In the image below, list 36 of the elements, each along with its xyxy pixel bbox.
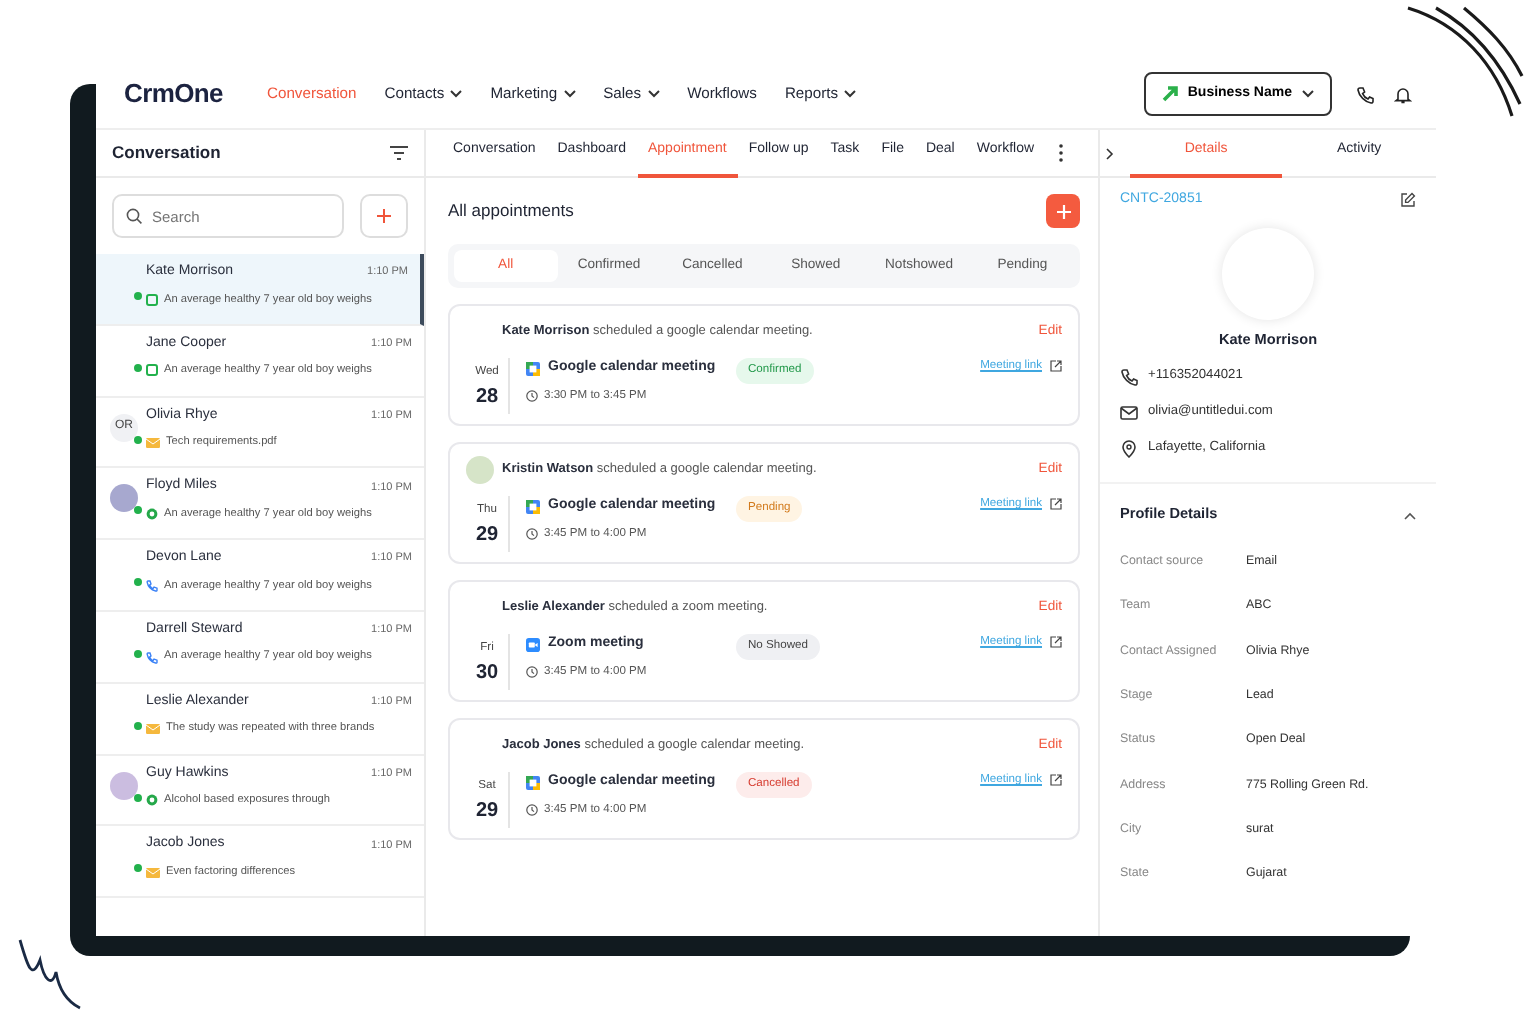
- arrow-logo-icon: [1161, 86, 1178, 102]
- filter-icon[interactable]: [390, 146, 408, 160]
- add-appointment-button[interactable]: [1046, 194, 1080, 228]
- day-number: 29: [473, 521, 501, 550]
- clock-icon: [526, 665, 538, 678]
- day-number: 30: [473, 659, 501, 688]
- external-link-icon[interactable]: [1050, 774, 1062, 787]
- chevron-down-icon: [450, 89, 463, 98]
- chevron-down-icon: [844, 89, 857, 98]
- clock-icon: [526, 389, 538, 402]
- phone-icon[interactable]: [1356, 85, 1374, 103]
- chevron-down-icon: [647, 89, 660, 98]
- chevron-down-icon: [1302, 90, 1314, 98]
- clock-icon: [526, 527, 538, 540]
- external-link-icon[interactable]: [1050, 636, 1062, 649]
- logo: CrmOne: [124, 76, 223, 113]
- day-number: 28: [473, 383, 501, 412]
- panel-title: Conversation: [112, 140, 221, 166]
- chevron-up-icon[interactable]: [1404, 511, 1416, 520]
- search-icon: [126, 208, 142, 224]
- envelope-icon: [1120, 403, 1138, 422]
- chevron-right-icon[interactable]: [1106, 147, 1114, 159]
- external-link-icon[interactable]: [1050, 360, 1062, 373]
- add-conversation-button[interactable]: [360, 194, 408, 238]
- bell-icon[interactable]: [1394, 85, 1412, 103]
- more-vertical-icon[interactable]: [1057, 144, 1064, 162]
- clock-icon: [526, 803, 538, 816]
- plus-icon: [1055, 204, 1071, 221]
- map-pin-icon: [1120, 439, 1138, 458]
- phone-icon: [1120, 367, 1138, 386]
- plus-icon: [376, 207, 392, 224]
- chevron-down-icon: [563, 89, 576, 98]
- day-number: 29: [473, 797, 501, 826]
- section-title: All appointments: [448, 198, 574, 224]
- external-link-icon[interactable]: [1050, 498, 1062, 511]
- edit-icon[interactable]: [1400, 192, 1416, 209]
